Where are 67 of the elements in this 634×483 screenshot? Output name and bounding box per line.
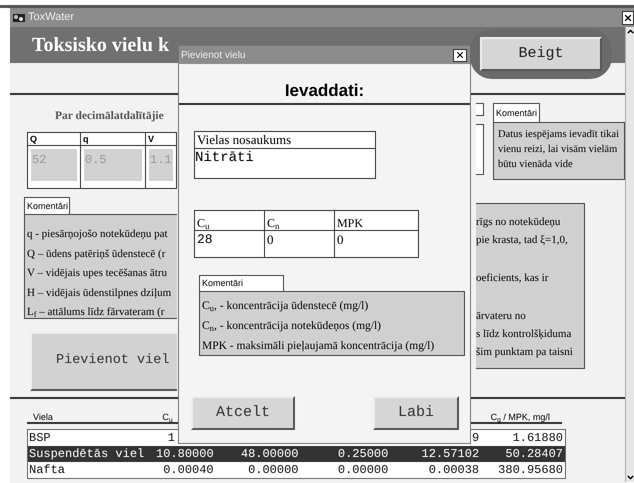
table-cell: BSP: [29, 431, 51, 445]
column-header: MPK: [337, 216, 364, 230]
scroll-up-icon[interactable]: [626, 27, 634, 36]
input-field[interactable]: [476, 124, 484, 175]
close-button[interactable]: [622, 10, 634, 24]
table-cell: Suspendētās viel: [29, 447, 144, 461]
input-field[interactable]: 0: [335, 231, 418, 249]
comment-text: pie krasta, tad ξ=1,0,: [476, 234, 568, 246]
scrollbar[interactable]: [625, 27, 634, 482]
table-cell: Nafta: [29, 463, 66, 477]
column-header: Q: [28, 133, 80, 146]
comment-text: Datus iespējams ievadīt tikai vienu reizi, lai visām vielām būtu vienāda vide: [493, 122, 625, 180]
add-substance-button[interactable]: Pievienot viel: [30, 332, 177, 391]
column-header: C$_{n}$: [267, 216, 280, 230]
close-icon: [623, 12, 633, 22]
decimal-note: Par decimālatdalītājie: [55, 110, 164, 122]
app-icon: [12, 12, 26, 24]
exit-button[interactable]: Beigt: [480, 37, 602, 71]
column-header: C$_{u}$: [197, 216, 210, 230]
comment-text: rīgs no notekūdeņu: [476, 216, 560, 228]
table-cell: 0.00000: [248, 463, 298, 477]
input-field[interactable]: [476, 103, 484, 116]
table-cell: 50.28407: [505, 447, 563, 461]
comment-text: MPK - maksimāli pieļaujamā koncentrācija (mg/l): [202, 340, 434, 352]
comment-text: Q – ūdens patēriņš ūdenstecē (r: [27, 248, 166, 260]
dialog-title: Pievienot vielu: [181, 48, 246, 62]
comment-text: ārvateru no: [476, 310, 526, 322]
close-button[interactable]: [453, 48, 467, 62]
ok-button[interactable]: Labi: [373, 396, 459, 430]
column-header: Viela: [33, 412, 53, 422]
field-label: Vielas nosaukums: [195, 132, 375, 149]
table-cell: 0.00038: [428, 463, 480, 477]
close-icon: [455, 50, 465, 60]
field-value: Nitrāti: [195, 149, 255, 167]
scroll-down-icon[interactable]: [626, 473, 634, 482]
comment-tab[interactable]: Komentāri: [199, 275, 284, 291]
comment-text: H – vidējais ūdenstilpnes dziļum: [27, 286, 172, 298]
table-cell: 0.00000: [338, 463, 388, 477]
table-cell: 10.80000: [156, 447, 214, 461]
table-row[interactable]: Suspendētās viel 10.80000 48.00000 0.25000 12.57102 50.28407: [28, 446, 565, 462]
comment-text: C$_{n}$, - koncentrācija notekūdeņos (mg/l): [202, 320, 381, 332]
app-heading: Toksisko vielu k: [32, 34, 170, 56]
comment-text: C$_{u}$, - koncentrācija ūdenstecē (mg/l): [202, 300, 368, 312]
comment-text: šim punktam pa taisni: [476, 346, 573, 358]
input-field[interactable]: 28: [195, 231, 264, 249]
column-header: q: [81, 133, 145, 146]
table-cell: 9: [472, 431, 480, 445]
window-title: ToxWater: [28, 10, 74, 26]
table-cell: 0.00040: [163, 463, 214, 477]
table-row[interactable]: Nafta 0.00040 0.00000 0.00000 0.00038 380.95680: [28, 462, 565, 478]
input-field[interactable]: 0: [265, 231, 334, 249]
table-cell: 1.61880: [512, 431, 563, 445]
comment-text: L$_{f}$ – attālums līdz fārvateram (r: [27, 306, 164, 318]
table-cell: 0.25000: [338, 447, 388, 461]
comment-text: s līdz kontrolšķiduma: [476, 328, 572, 340]
column-header: V: [146, 133, 176, 146]
comment-tab[interactable]: Komentāri: [493, 103, 540, 122]
table-cell: 12.57102: [422, 447, 480, 461]
comment-text: oeficients, kas ir: [476, 272, 548, 284]
comment-text: V – vidējais upes tecēšanas ātru: [27, 267, 168, 279]
dialog-heading: Ievaddati:: [284, 81, 366, 101]
name-field[interactable]: Vielas nosaukums Nitrāti: [194, 131, 376, 179]
comment-tab[interactable]: Komentāri: [24, 197, 70, 214]
table-cell: 48.00000: [240, 447, 298, 461]
table-cell: 380.95680: [498, 463, 563, 477]
comment-text: q - piesārņojošo notekūdeņu pat: [27, 228, 168, 240]
cancel-button[interactable]: Atcelt: [191, 396, 295, 430]
